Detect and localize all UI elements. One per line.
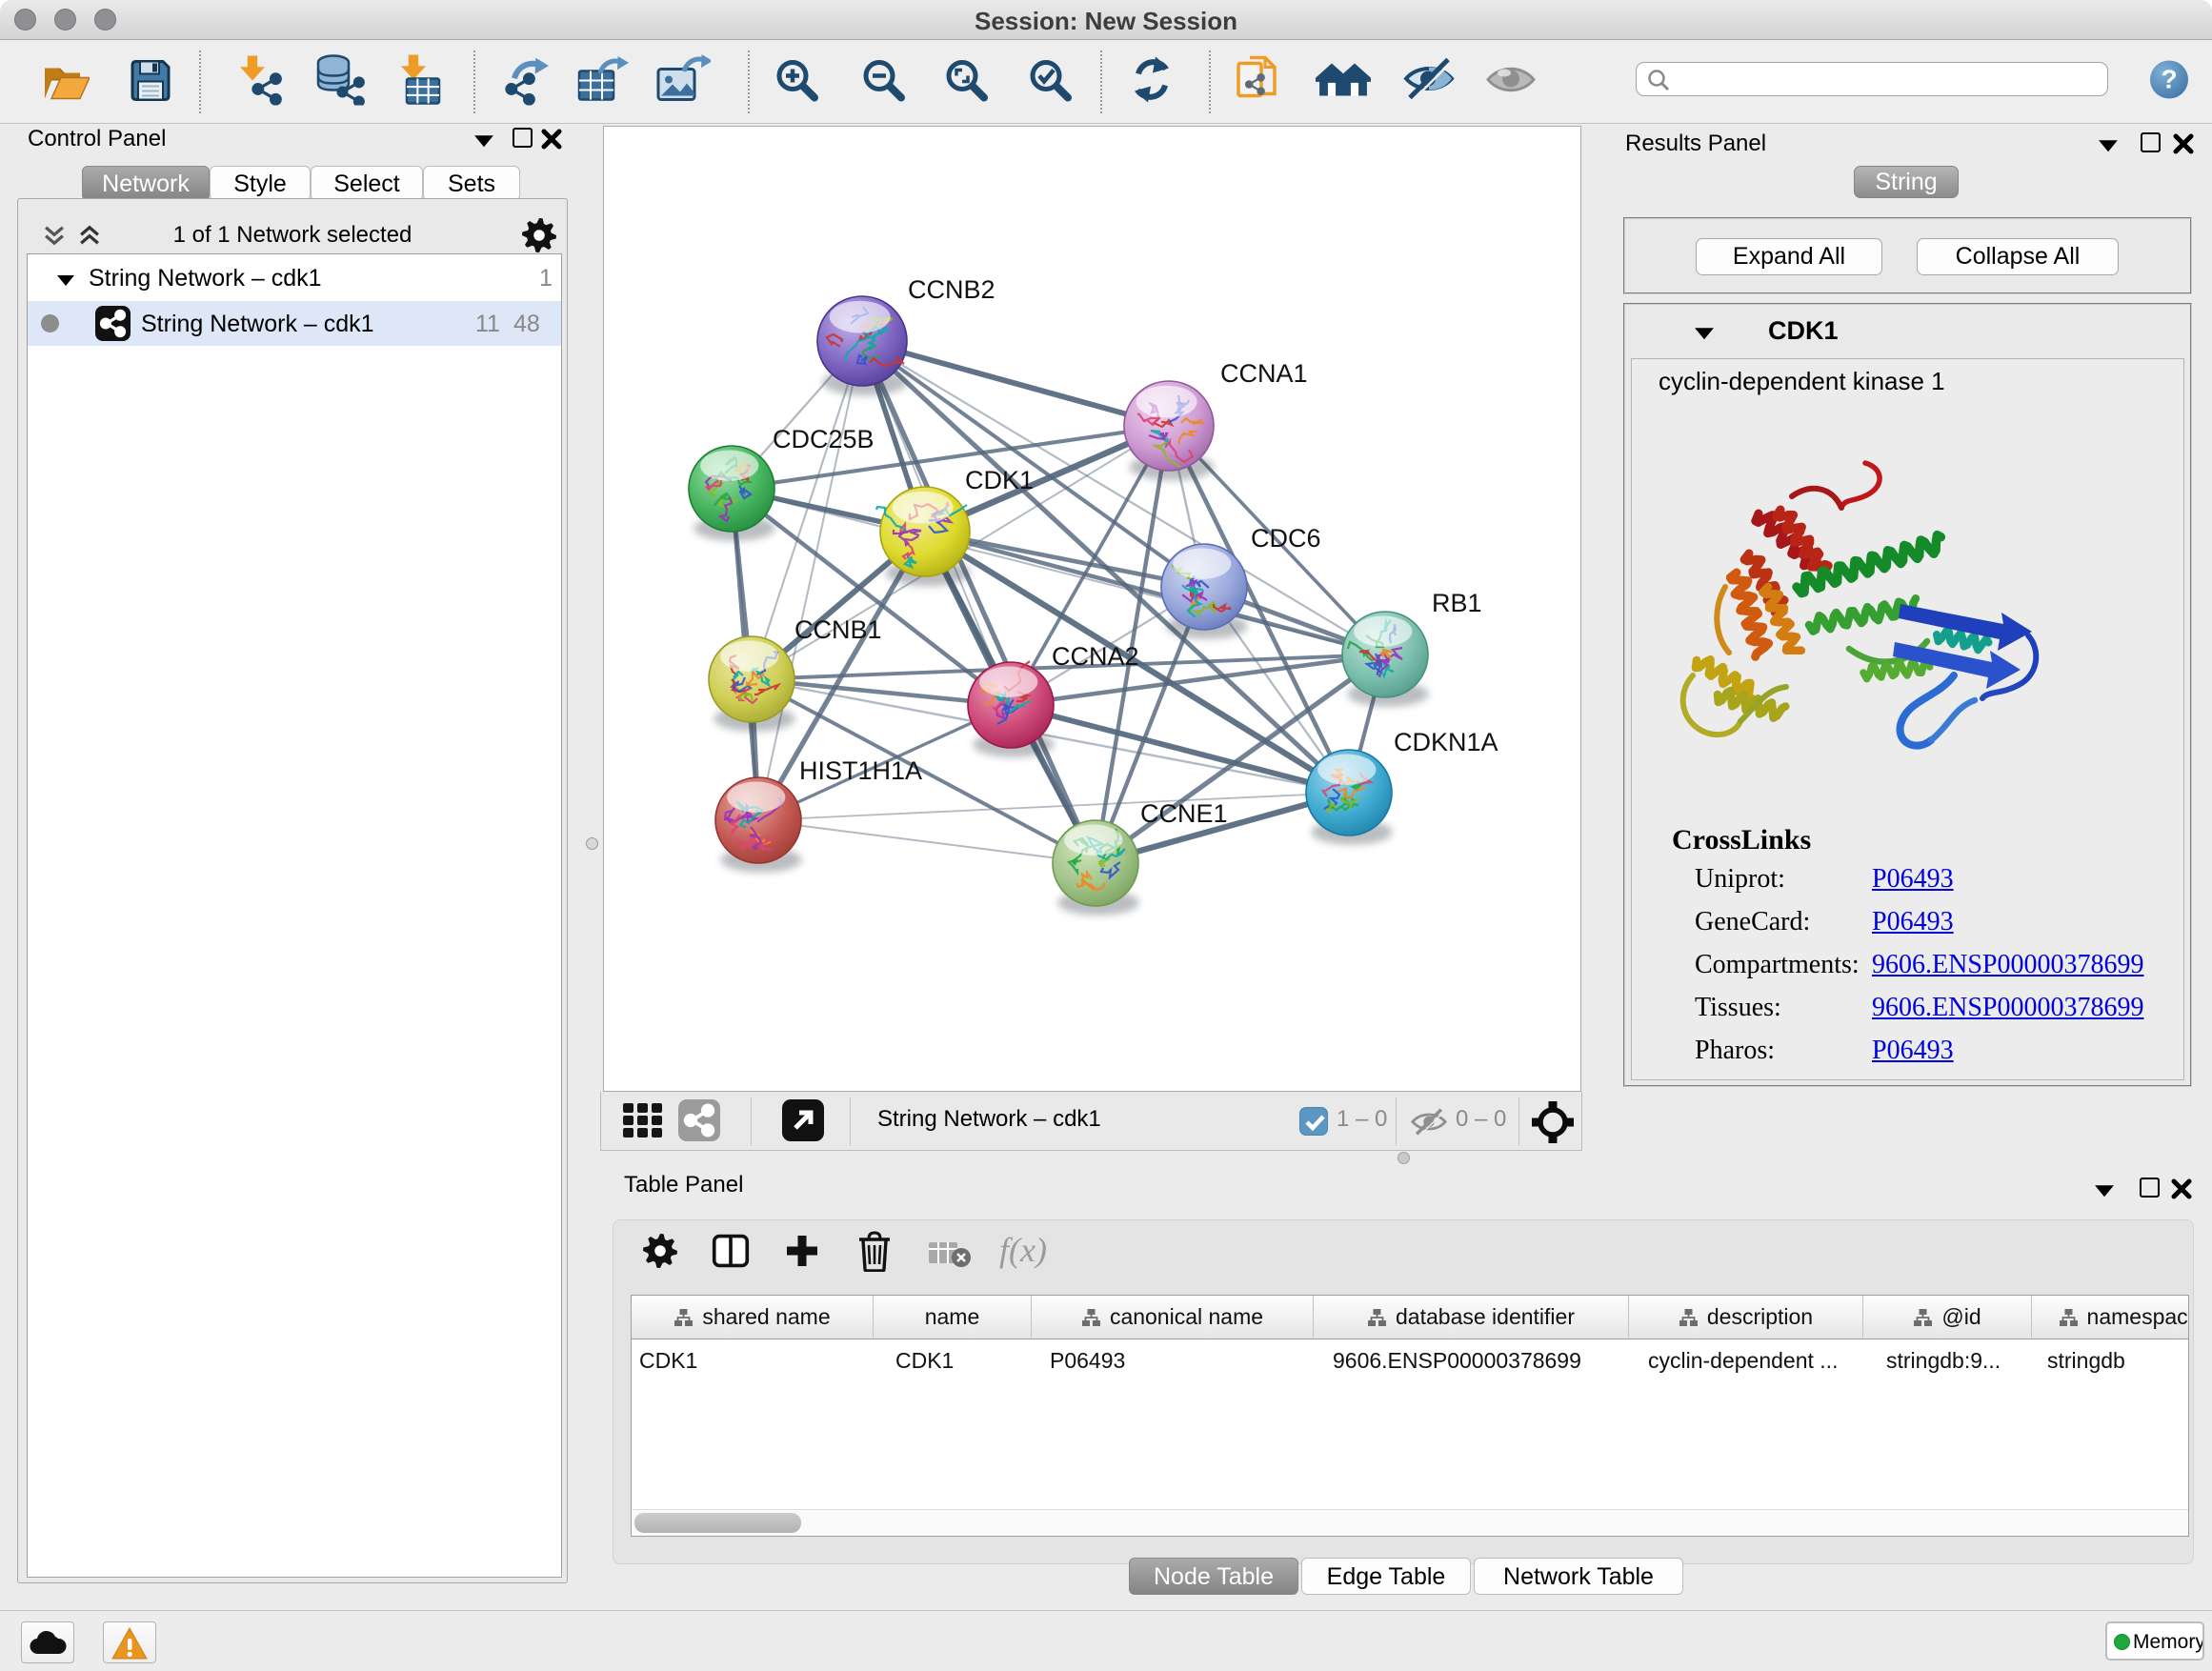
svg-text:CDC6: CDC6 [1251, 524, 1321, 553]
svg-text:HIST1H1A: HIST1H1A [799, 756, 922, 785]
svg-text:CCNB1: CCNB1 [794, 615, 882, 644]
svg-text:CCNB2: CCNB2 [908, 275, 995, 304]
svg-text:?: ? [2161, 65, 2177, 94]
svg-text:CDK1: CDK1 [965, 466, 1034, 494]
svg-text:CDC25B: CDC25B [773, 425, 875, 453]
svg-text:CCNA1: CCNA1 [1220, 359, 1308, 388]
svg-text:CDKN1A: CDKN1A [1394, 728, 1498, 756]
svg-text:CCNA2: CCNA2 [1052, 642, 1139, 671]
svg-text:CCNE1: CCNE1 [1140, 799, 1228, 828]
svg-text:RB1: RB1 [1432, 589, 1482, 617]
